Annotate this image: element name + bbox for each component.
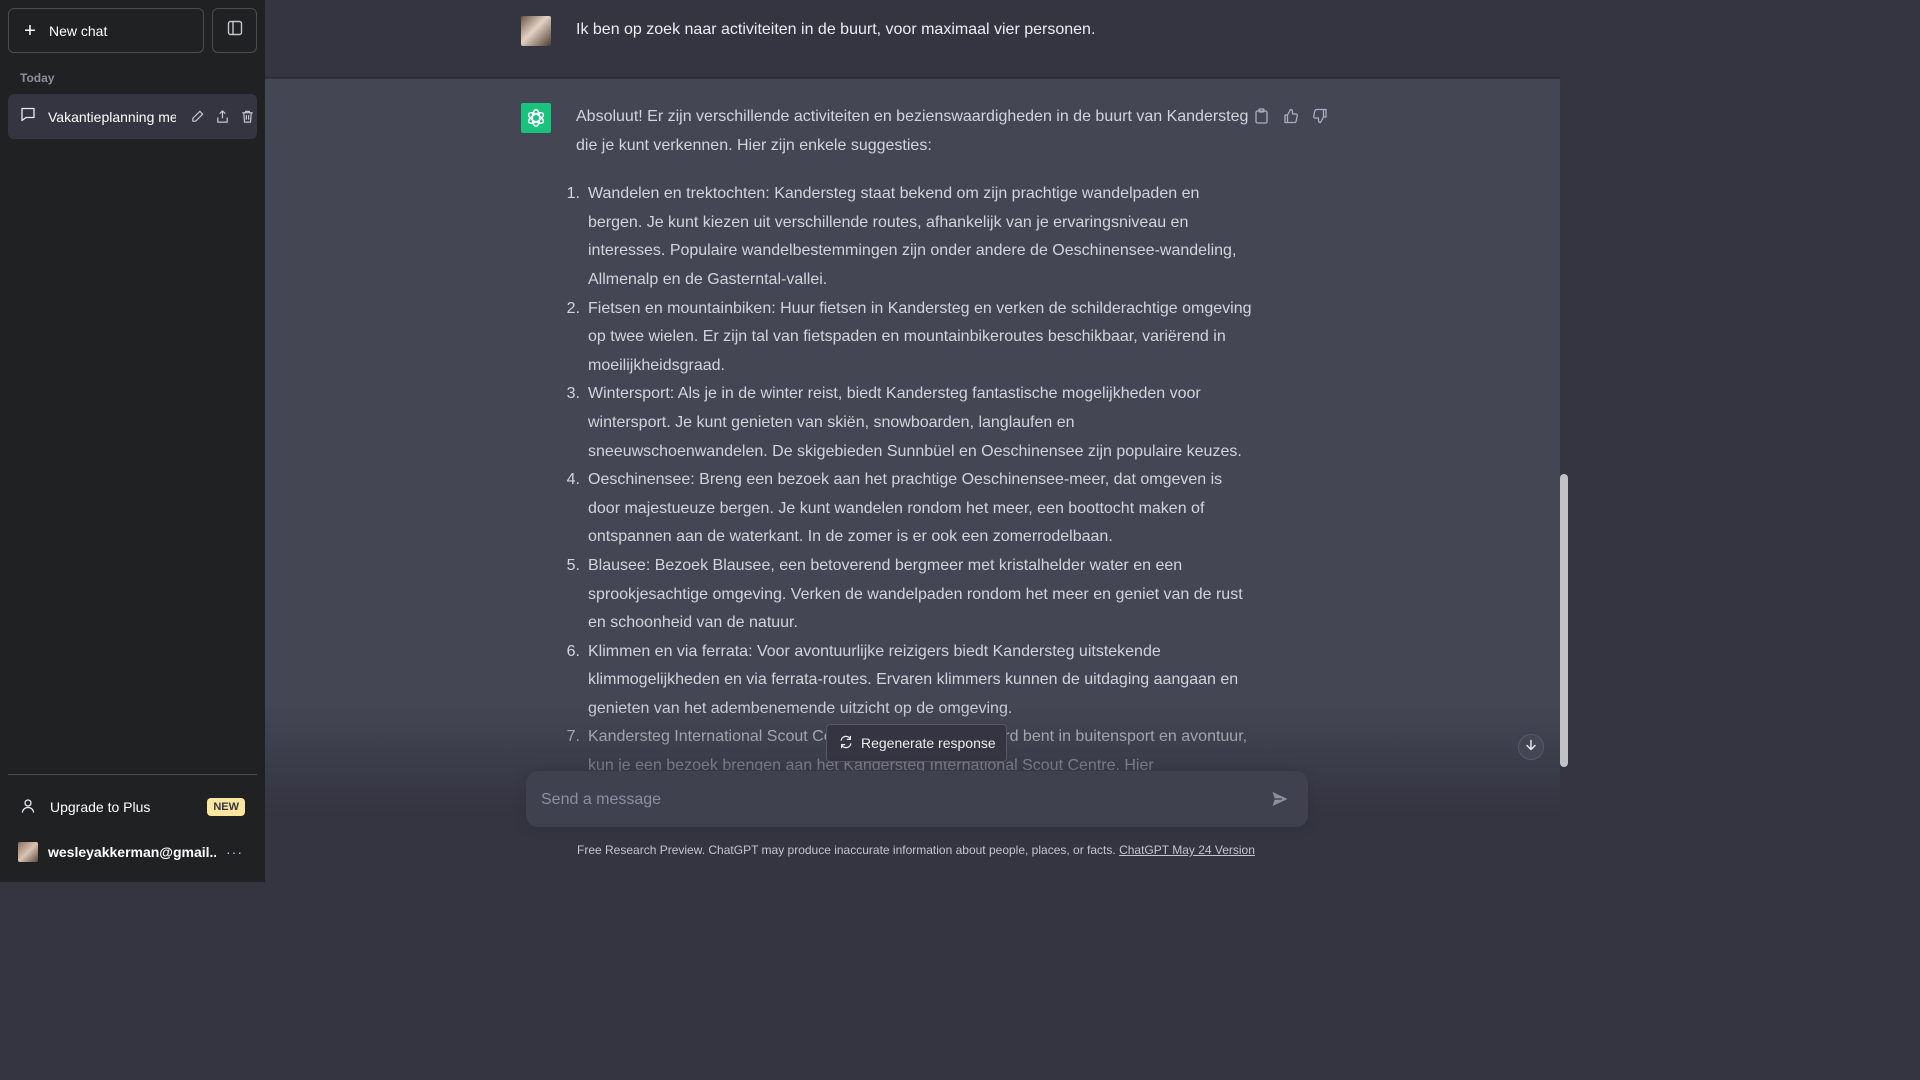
list-item-number: 3. — [566, 385, 580, 403]
new-badge: NEW — [207, 798, 245, 816]
list-item-text: Wandelen en trektochten: Kandersteg staa… — [588, 185, 1237, 288]
chatgpt-logo-icon — [521, 103, 551, 133]
thumbs-up-icon[interactable] — [1282, 107, 1299, 124]
list-item: 2. Fietsen en mountainbiken: Huur fietsen… — [567, 295, 1256, 381]
list-item-number: 4. — [566, 471, 580, 489]
chat-bubble-icon — [20, 106, 36, 127]
user-account-menu[interactable]: wesleyakkerman@gmail.... ··· — [8, 830, 257, 874]
share-icon[interactable] — [213, 107, 232, 126]
plus-icon: + — [24, 19, 36, 42]
list-item-number: 6. — [566, 642, 580, 660]
footer-note-text: Free Research Preview. ChatGPT may produ… — [577, 843, 1116, 857]
list-item-number: 1. — [566, 185, 580, 203]
list-item-text: Fietsen en mountainbiken: Huur fietsen i… — [588, 299, 1252, 374]
assistant-intro: Absoluut! Er zijn verschillende activite… — [576, 108, 1249, 154]
regenerate-response-button[interactable]: Regenerate response — [826, 724, 1007, 762]
list-item-number: 2. — [566, 299, 580, 317]
assistant-message-text: Absoluut! Er zijn verschillende activite… — [567, 103, 1256, 781]
send-icon[interactable] — [1270, 789, 1290, 809]
list-item: 4. Oeschinensee: Breng een bezoek aan het… — [567, 466, 1256, 552]
new-chat-button[interactable]: + New chat — [8, 8, 204, 53]
list-item: 3. Wintersport: Als je in de winter reist… — [567, 380, 1256, 466]
sidebar-toggle-icon — [227, 20, 243, 41]
version-link[interactable]: ChatGPT May 24 Version — [1119, 843, 1255, 857]
toggle-sidebar-button[interactable] — [212, 8, 257, 53]
user-message-row: Ik ben op zoek naar activiteiten in de b… — [265, 0, 1560, 78]
edit-icon[interactable] — [188, 107, 207, 126]
list-item-text: Oeschinensee: Breng een bezoek aan het p… — [588, 471, 1223, 546]
footer-disclaimer: Free Research Preview. ChatGPT may produ… — [577, 843, 1255, 857]
thumbs-down-icon[interactable] — [1311, 107, 1328, 124]
new-chat-label: New chat — [49, 22, 108, 39]
avatar — [18, 842, 38, 862]
more-options-icon[interactable]: ··· — [226, 844, 243, 860]
list-item-number: 5. — [566, 556, 580, 574]
section-label-today: Today — [20, 71, 55, 85]
suggestion-list: 1. Wandelen en trektochten: Kandersteg st… — [567, 180, 1256, 780]
scrollbar-thumb[interactable] — [1560, 474, 1568, 767]
upgrade-button[interactable]: Upgrade to Plus NEW — [8, 785, 257, 829]
trash-icon[interactable] — [238, 107, 257, 126]
sidebar-divider — [8, 774, 257, 775]
arrow-down-icon — [1525, 738, 1537, 756]
list-item-text: Blausee: Bezoek Blausee, een betoverend … — [588, 556, 1243, 632]
chat-main: Ik ben op zoek naar activiteiten in de b… — [265, 0, 1568, 882]
user-icon — [20, 798, 36, 817]
user-avatar — [521, 16, 551, 46]
copy-icon[interactable] — [1253, 107, 1270, 124]
message-input[interactable] — [541, 789, 1241, 811]
list-item-text: Wintersport: Als je in de winter reist, … — [588, 385, 1242, 460]
list-item: 5. Blausee: Bezoek Blausee, een betoveren… — [567, 552, 1256, 638]
scroll-to-bottom-button[interactable] — [1518, 734, 1544, 760]
list-item: 6. Klimmen en via ferrata: Voor avontuurl… — [567, 638, 1256, 724]
regenerate-label: Regenerate response — [861, 735, 996, 751]
sidebar: + New chat Today Vakantieplanning me Upg… — [0, 0, 265, 882]
user-message-text: Ik ben op zoek naar activiteiten in de b… — [576, 21, 1096, 38]
list-item-text: Klimmen en via ferrata: Voor avontuurlij… — [588, 642, 1239, 717]
refresh-icon — [839, 735, 853, 752]
message-composer — [526, 771, 1308, 827]
upgrade-label: Upgrade to Plus — [50, 799, 151, 815]
list-item: 1. Wandelen en trektochten: Kandersteg st… — [567, 180, 1256, 294]
conversation-title: Vakantieplanning me — [48, 108, 176, 125]
message-actions — [1253, 107, 1328, 124]
user-email: wesleyakkerman@gmail.... — [48, 844, 216, 860]
conversation-item[interactable]: Vakantieplanning me — [8, 94, 257, 139]
